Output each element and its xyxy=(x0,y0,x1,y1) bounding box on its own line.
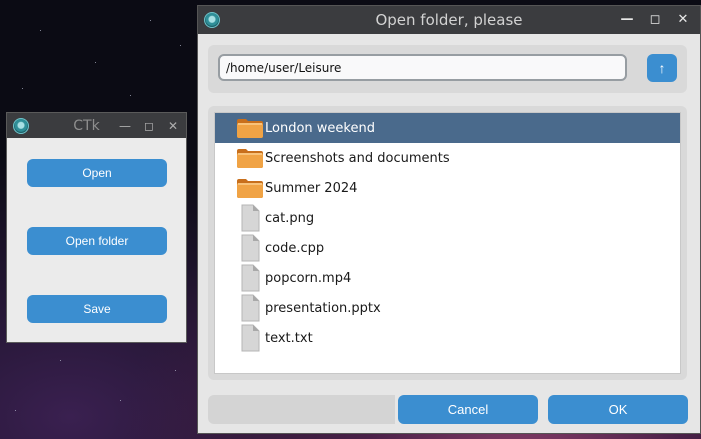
item-label: Summer 2024 xyxy=(265,180,358,196)
minimize-icon[interactable]: — xyxy=(118,119,132,133)
close-icon[interactable]: ✕ xyxy=(166,119,180,133)
file-list-panel: London weekend Screenshots and documents S… xyxy=(208,106,687,380)
file-icon xyxy=(235,294,265,322)
file-icon xyxy=(235,264,265,292)
cancel-button[interactable]: Cancel xyxy=(398,395,538,424)
close-icon[interactable]: ✕ xyxy=(676,13,690,27)
file-row[interactable]: text.txt xyxy=(215,323,680,353)
file-icon xyxy=(235,324,265,352)
ctk-titlebar[interactable]: CTk — ◻ ✕ xyxy=(7,113,186,138)
path-panel: ↑ xyxy=(208,45,687,93)
maximize-icon[interactable]: ◻ xyxy=(142,119,156,133)
folder-icon xyxy=(235,175,265,201)
minimize-icon[interactable]: — xyxy=(620,13,634,27)
file-row[interactable]: code.cpp xyxy=(215,233,680,263)
folder-row[interactable]: Summer 2024 xyxy=(215,173,680,203)
item-label: cat.png xyxy=(265,210,315,226)
open-folder-button[interactable]: Open folder xyxy=(27,227,167,255)
item-label: code.cpp xyxy=(265,240,325,256)
path-input[interactable] xyxy=(218,54,627,81)
file-icon xyxy=(235,234,265,262)
item-label: popcorn.mp4 xyxy=(265,270,352,286)
item-label: presentation.pptx xyxy=(265,300,381,316)
ctk-window-title: CTk xyxy=(73,117,100,134)
parent-directory-button[interactable]: ↑ xyxy=(647,54,677,82)
open-folder-dialog: Open folder, please — ◻ ✕ ↑ London weeke… xyxy=(197,5,701,434)
item-label: text.txt xyxy=(265,330,313,346)
save-button[interactable]: Save xyxy=(27,295,167,323)
file-row[interactable]: cat.png xyxy=(215,203,680,233)
maximize-icon[interactable]: ◻ xyxy=(648,13,662,27)
ok-button[interactable]: OK xyxy=(548,395,688,424)
arrow-up-icon: ↑ xyxy=(658,60,666,76)
file-row[interactable]: presentation.pptx xyxy=(215,293,680,323)
folder-row[interactable]: London weekend xyxy=(215,113,680,143)
ctk-main-window: CTk — ◻ ✕ Open Open folder Save xyxy=(6,112,187,343)
file-row[interactable]: popcorn.mp4 xyxy=(215,263,680,293)
bottom-bar xyxy=(208,395,395,424)
item-label: London weekend xyxy=(265,120,375,136)
open-button[interactable]: Open xyxy=(27,159,167,187)
folder-icon xyxy=(235,145,265,171)
dialog-titlebar[interactable]: Open folder, please — ◻ ✕ xyxy=(198,6,700,34)
folder-row[interactable]: Screenshots and documents xyxy=(215,143,680,173)
file-list[interactable]: London weekend Screenshots and documents S… xyxy=(214,112,681,374)
file-icon xyxy=(235,204,265,232)
folder-icon xyxy=(235,115,265,141)
item-label: Screenshots and documents xyxy=(265,150,450,166)
